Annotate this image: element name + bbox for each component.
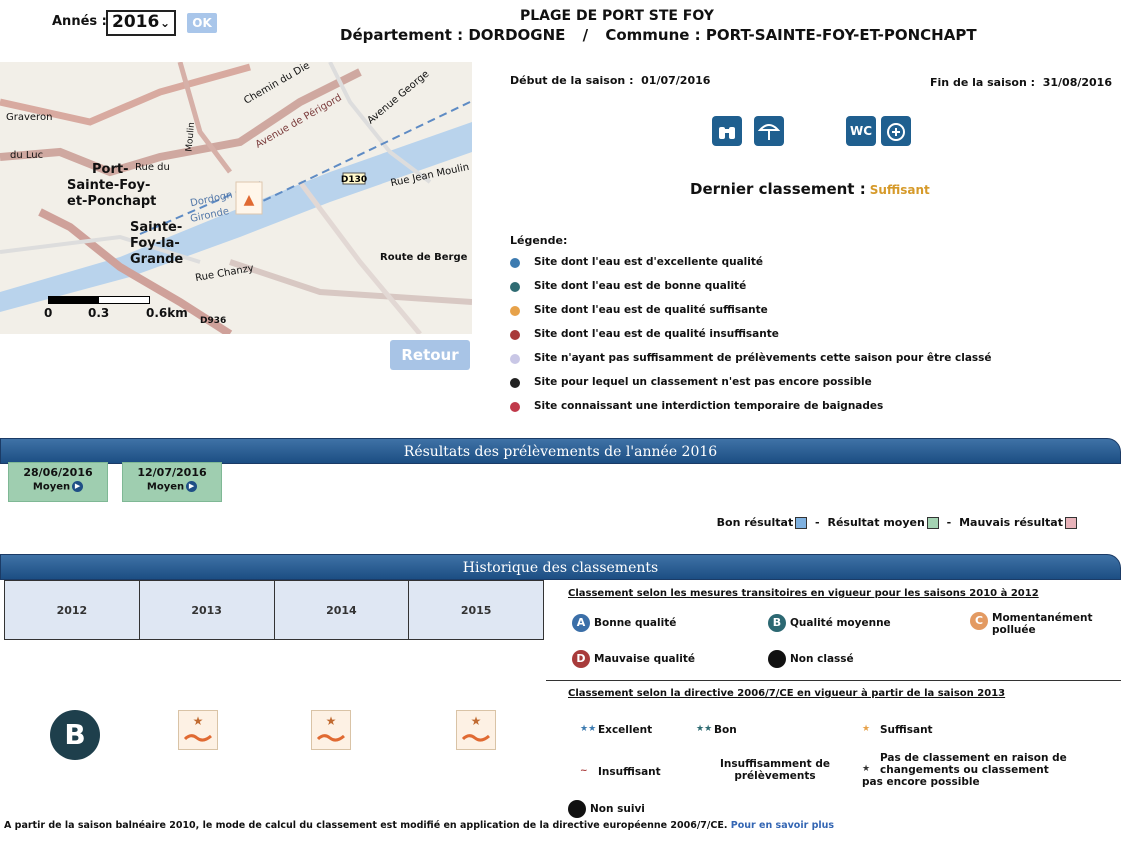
retour-button[interactable]: Retour — [390, 340, 470, 370]
sample-card[interactable]: 12/07/2016 Moyen ▶ — [122, 462, 222, 502]
history-table: 2012 2013 2014 2015 — [4, 580, 544, 640]
parasol-icon — [754, 116, 784, 146]
sample-card[interactable]: 28/06/2016 Moyen ▶ — [8, 462, 108, 502]
legend-dot-icon — [510, 402, 520, 412]
legend-text: Site n'ayant pas suffisamment de prélève… — [534, 352, 992, 364]
result-key: Bon résultat - Résultat moyen - Mauvais … — [717, 516, 1081, 529]
map-label-rue-du: Rue du — [135, 162, 170, 173]
wc-icon: WC — [846, 116, 876, 146]
new-classification-title: Classement selon la directive 2006/7/CE … — [568, 688, 1006, 699]
legend-text: Site connaissant une interdiction tempor… — [534, 400, 884, 412]
footer-link[interactable]: Pour en savoir plus — [731, 820, 834, 831]
non-suivi-icon — [568, 800, 586, 818]
map-label-du-luc: du Luc — [10, 150, 44, 161]
svg-text:★: ★ — [326, 714, 337, 728]
legend-dot-icon — [510, 258, 520, 268]
year-select[interactable]: 2016 ⌄ — [106, 10, 176, 36]
map-label-graveron: Graveron — [6, 112, 53, 123]
medium-result-swatch — [926, 517, 939, 529]
legend-text: Site dont l'eau est d'excellente qualité — [534, 256, 764, 268]
season-start: Début de la saison : 01/07/2016 — [510, 74, 711, 87]
history-year-2013[interactable]: 2013 — [139, 581, 275, 639]
legend-title: Légende: — [510, 234, 568, 247]
map[interactable]: ▲ D130 Port- Sainte-Foy-et-Ponchapt Saint… — [0, 62, 472, 334]
map-label-sainte-foy-la-grande: Sainte- Foy-la- Grande — [130, 220, 184, 267]
commune-label: Commune : PORT-SAINTE-FOY-ET-PONCHAPT — [605, 26, 977, 44]
beach-title: PLAGE DE PORT STE FOY — [520, 8, 714, 24]
map-label-d936: D936 — [200, 316, 227, 326]
history-year-2015[interactable]: 2015 — [409, 581, 543, 639]
class-none: Non classé — [768, 650, 854, 668]
svg-text:D130: D130 — [341, 175, 367, 185]
class-c: C Momentanément polluée — [970, 612, 1100, 636]
svg-text:★: ★ — [193, 714, 204, 728]
year-value: 2016 — [112, 12, 160, 32]
legend-text: Site dont l'eau est de bonne qualité — [534, 280, 747, 292]
suffisant-icon: ★ — [862, 724, 871, 734]
sufficient-icon: ★ — [311, 710, 351, 750]
class-suffisant: ★ Suffisant — [862, 724, 933, 736]
binoculars-icon — [712, 116, 742, 146]
location-line: Département : DORDOGNE / Commune : PORT-… — [340, 26, 977, 44]
season-end: Fin de la saison : 31/08/2016 — [930, 76, 1112, 89]
history-section-bar: Historique des classements — [0, 554, 1121, 580]
pas-de-classement-icon: ★ — [862, 764, 871, 774]
legend-dot-icon — [510, 306, 520, 316]
map-label-route-de-bergerac: Route de Berge — [380, 252, 468, 263]
legend-dot-icon — [510, 378, 520, 388]
class-excellent: ★★ Excellent — [580, 724, 653, 736]
class-a: A Bonne qualité — [572, 614, 676, 632]
last-classification: Dernier classement : Suffisant — [690, 180, 930, 198]
class-d: D Mauvaise qualité — [572, 650, 695, 668]
legend-dot-icon — [510, 330, 520, 340]
classification-badge: B — [50, 710, 100, 760]
ok-button[interactable]: OK — [187, 13, 217, 33]
last-classification-value: Suffisant — [869, 183, 930, 197]
separator: / — [582, 26, 589, 44]
legend-dot-icon — [510, 354, 520, 364]
first-aid-icon — [881, 116, 911, 146]
legend-text: Site dont l'eau est de qualité insuffisa… — [534, 328, 779, 340]
legend-dot-icon — [510, 282, 520, 292]
svg-text:▲: ▲ — [244, 192, 255, 208]
results-section-bar: Résultats des prélèvements de l'année 20… — [0, 438, 1121, 464]
class-b: B Qualité moyenne — [768, 614, 891, 632]
divider — [546, 680, 1121, 681]
bad-result-swatch — [1065, 517, 1077, 529]
bon-icon: ★★ — [696, 724, 713, 734]
chevron-down-icon: ⌄ — [159, 16, 170, 30]
play-icon: ▶ — [72, 481, 84, 492]
svg-text:★: ★ — [471, 714, 482, 728]
sufficient-icon: ★ — [178, 710, 218, 750]
history-year-2014[interactable]: 2014 — [274, 581, 410, 639]
play-icon: ▶ — [186, 481, 198, 492]
sufficient-icon: ★ — [456, 710, 496, 750]
good-result-swatch — [795, 517, 808, 529]
footer-text: A partir de la saison balnéaire 2010, le… — [4, 820, 835, 831]
excellent-icon: ★★ — [580, 724, 597, 734]
old-classification-title: Classement selon les mesures transitoire… — [568, 588, 1039, 599]
legend-text: Site dont l'eau est de qualité suffisant… — [534, 304, 768, 316]
class-insuffisant: ~ Insuffisant — [580, 766, 661, 778]
year-label: Annés : — [52, 14, 107, 29]
class-insuffisamment: Insuffisamment de prélèvements — [720, 758, 830, 782]
class-bon: ★★ Bon — [696, 724, 737, 736]
legend-text: Site pour lequel un classement n'est pas… — [534, 376, 872, 388]
class-pas-de-classement: ★ Pas de classement en raison de changeme… — [862, 752, 1067, 788]
history-year-2012[interactable]: 2012 — [5, 581, 140, 639]
department-label: Département : DORDOGNE — [340, 26, 566, 44]
class-non-suivi: Non suivi — [568, 800, 645, 818]
insuffisant-icon: ~ — [580, 766, 588, 776]
